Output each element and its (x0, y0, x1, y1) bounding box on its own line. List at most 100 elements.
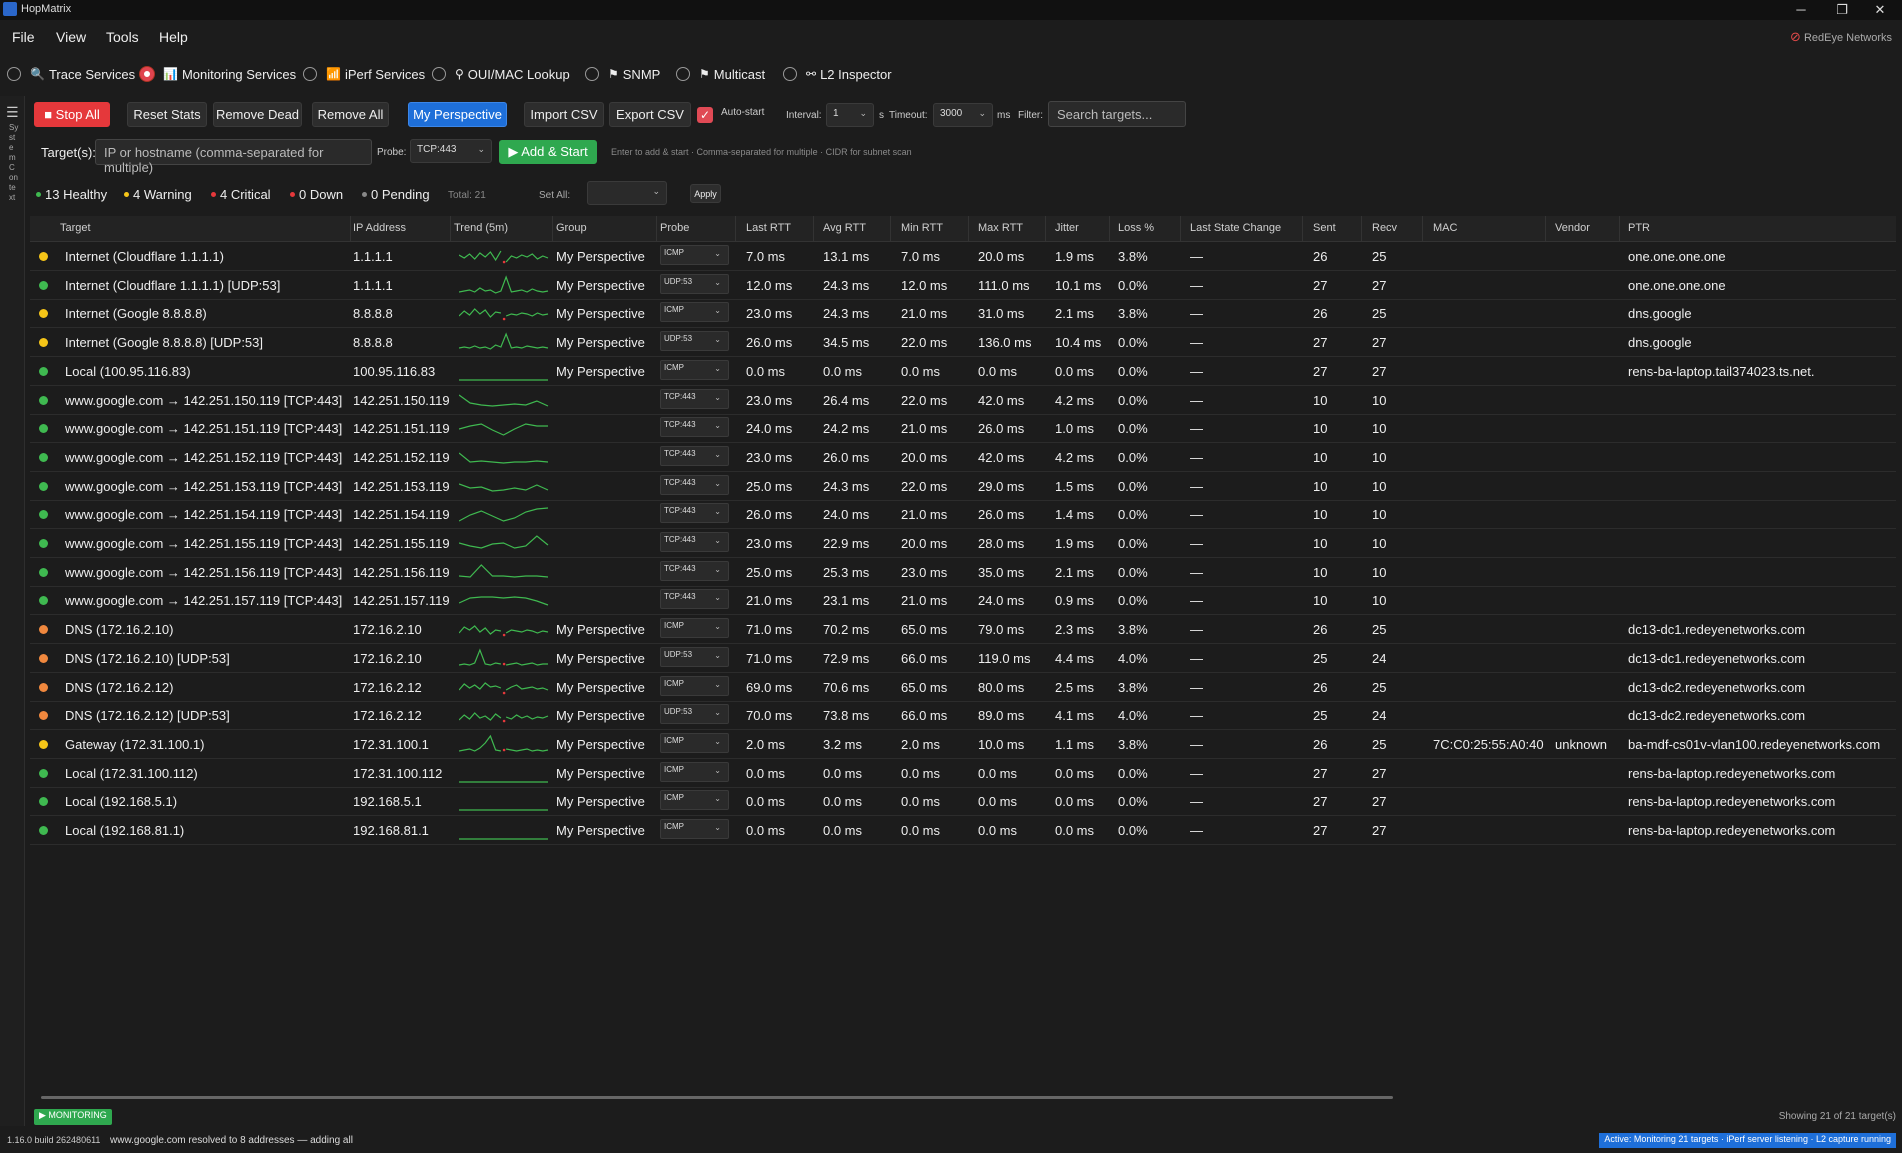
menu-file[interactable]: File (12, 29, 35, 45)
table-row[interactable]: Local (192.168.81.1) 192.168.81.1 My Persp… (30, 816, 1896, 845)
radio-circle[interactable] (303, 67, 317, 81)
radio-trace-services[interactable]: 🔍 Trace Services (7, 64, 135, 84)
table-row[interactable]: www.google.com → 142.251.156.119 [TCP:44… (30, 558, 1896, 587)
menu-view[interactable]: View (56, 29, 86, 45)
column-divider[interactable] (1180, 216, 1181, 241)
probe-select[interactable]: TCP:443 ⌄ (660, 560, 729, 581)
table-row[interactable]: www.google.com → 142.251.151.119 [TCP:44… (30, 414, 1896, 444)
column-divider[interactable] (552, 216, 553, 241)
maximize-button[interactable]: ❐ (1831, 1, 1853, 19)
reset-stats-button[interactable]: Reset Stats (127, 102, 207, 127)
probe-select[interactable]: ICMP ⌄ (660, 819, 729, 839)
column-divider[interactable] (813, 216, 814, 241)
set-all-select[interactable]: ⌄ (587, 181, 667, 205)
probe-select[interactable]: TCP:443 ⌄ (660, 503, 729, 524)
radio-oui-mac-lookup[interactable]: ⚲ OUI/MAC Lookup (432, 64, 570, 84)
table-row[interactable]: www.google.com → 142.251.155.119 [TCP:44… (30, 529, 1896, 558)
radio-monitoring-services[interactable]: 📊 Monitoring Services (140, 64, 296, 84)
critical-count[interactable]: 4 Critical (211, 187, 271, 202)
radio-iperf-services[interactable]: 📶 iPerf Services (303, 64, 425, 84)
column-divider[interactable] (1545, 216, 1546, 241)
stop-all-button[interactable]: ■ Stop All (34, 102, 110, 127)
table-row[interactable]: Internet (Google 8.8.8.8) 8.8.8.8 My Persp… (30, 299, 1896, 329)
probe-select[interactable]: UDP:53 ⌄ (660, 646, 729, 667)
column-divider[interactable] (735, 216, 736, 241)
apply-button[interactable]: Apply (690, 184, 721, 203)
probe-select[interactable]: TCP:443 ⌄ (660, 417, 729, 438)
close-button[interactable]: ✕ (1869, 1, 1891, 19)
column-divider[interactable] (1109, 216, 1110, 241)
menu-tools[interactable]: Tools (106, 29, 139, 45)
probe-select[interactable]: ICMP ⌄ (660, 245, 729, 265)
column-header-jitter[interactable]: Jitter (1055, 222, 1079, 234)
radio-circle[interactable] (783, 67, 797, 81)
auto-start-checkbox[interactable]: ✓ (697, 107, 713, 123)
minimize-button[interactable]: ─ (1790, 1, 1812, 19)
column-header-recv[interactable]: Recv (1372, 222, 1397, 234)
probe-select[interactable]: UDP:53 ⌄ (660, 704, 729, 725)
column-header-trend-5m[interactable]: Trend (5m) (454, 222, 508, 234)
table-row[interactable]: DNS (172.16.2.12) 172.16.2.12 My Perspecti… (30, 673, 1896, 702)
table-row[interactable]: DNS (172.16.2.10) [UDP:53] 172.16.2.10 My … (30, 644, 1896, 673)
probe-select[interactable]: TCP:443 ⌄ (410, 139, 492, 163)
table-row[interactable]: www.google.com → 142.251.153.119 [TCP:44… (30, 472, 1896, 501)
remove-all-button[interactable]: Remove All (312, 102, 389, 127)
column-divider[interactable] (1619, 216, 1620, 241)
probe-select[interactable]: ICMP ⌄ (660, 790, 729, 811)
probe-select[interactable]: ICMP ⌄ (660, 359, 729, 380)
probe-select[interactable]: ICMP ⌄ (660, 761, 729, 782)
column-divider[interactable] (968, 216, 969, 241)
add-start-button[interactable]: ▶ Add & Start (499, 140, 597, 164)
probe-select[interactable]: TCP:443 ⌄ (660, 589, 729, 610)
column-header-ptr[interactable]: PTR (1628, 222, 1650, 234)
export-csv-button[interactable]: Export CSV (609, 102, 691, 127)
table-row[interactable]: Gateway (172.31.100.1) 172.31.100.1 My Per… (30, 730, 1896, 759)
radio-circle[interactable] (432, 67, 446, 81)
probe-select[interactable]: ICMP ⌄ (660, 675, 729, 696)
radio-multicast[interactable]: ⚑ Multicast (676, 64, 765, 84)
column-header-last-rtt[interactable]: Last RTT (746, 222, 791, 234)
filter-search-input[interactable]: Search targets... (1048, 101, 1186, 127)
column-header-target[interactable]: Target (60, 222, 91, 234)
table-row[interactable]: Local (192.168.5.1) 192.168.5.1 My Perspec… (30, 787, 1896, 817)
radio-circle[interactable] (676, 67, 690, 81)
table-row[interactable]: www.google.com → 142.251.150.119 [TCP:44… (30, 386, 1896, 415)
column-divider[interactable] (1422, 216, 1423, 241)
import-csv-button[interactable]: Import CSV (524, 102, 604, 127)
table-row[interactable]: DNS (172.16.2.10) 172.16.2.10 My Perspecti… (30, 615, 1896, 645)
menu-help[interactable]: Help (159, 29, 188, 45)
table-row[interactable]: Internet (Cloudflare 1.1.1.1) [UDP:53] 1.… (30, 271, 1896, 300)
column-header-vendor[interactable]: Vendor (1555, 222, 1590, 234)
probe-select[interactable]: ICMP ⌄ (660, 732, 729, 753)
column-divider[interactable] (450, 216, 451, 241)
table-row[interactable]: www.google.com → 142.251.154.119 [TCP:44… (30, 500, 1896, 530)
down-count[interactable]: 0 Down (290, 187, 343, 202)
column-header-min-rtt[interactable]: Min RTT (901, 222, 943, 234)
interval-select[interactable]: 1 ⌄ (826, 103, 874, 127)
column-header-mac[interactable]: MAC (1433, 222, 1457, 234)
column-header-avg-rtt[interactable]: Avg RTT (823, 222, 866, 234)
radio-l2-inspector[interactable]: ⚯ L2 Inspector (783, 64, 892, 84)
column-divider[interactable] (656, 216, 657, 241)
pending-count[interactable]: 0 Pending (362, 187, 430, 202)
column-header-group[interactable]: Group (556, 222, 587, 234)
probe-select[interactable]: ICMP ⌄ (660, 302, 729, 323)
column-divider[interactable] (890, 216, 891, 241)
remove-dead-button[interactable]: Remove Dead (213, 102, 302, 127)
column-divider[interactable] (1045, 216, 1046, 241)
column-header-ip-address[interactable]: IP Address (353, 222, 406, 234)
hamburger-menu-icon[interactable]: ☰ (6, 104, 19, 121)
table-row[interactable]: DNS (172.16.2.12) [UDP:53] 172.16.2.12 My … (30, 701, 1896, 731)
radio-circle[interactable] (585, 67, 599, 81)
my-perspective-button[interactable]: My Perspective (408, 102, 507, 127)
column-header-sent[interactable]: Sent (1313, 222, 1336, 234)
horizontal-scrollbar[interactable] (41, 1096, 1393, 1099)
column-header-max-rtt[interactable]: Max RTT (978, 222, 1023, 234)
column-divider[interactable] (350, 216, 351, 241)
radio-circle[interactable] (7, 67, 21, 81)
radio-snmp[interactable]: ⚑ SNMP (585, 64, 660, 84)
target-input[interactable]: IP or hostname (comma-separated for mult… (95, 139, 372, 175)
column-header-loss[interactable]: Loss % (1118, 222, 1154, 234)
probe-select[interactable]: UDP:53 ⌄ (660, 273, 729, 294)
probe-select[interactable]: TCP:443 ⌄ (660, 445, 729, 466)
